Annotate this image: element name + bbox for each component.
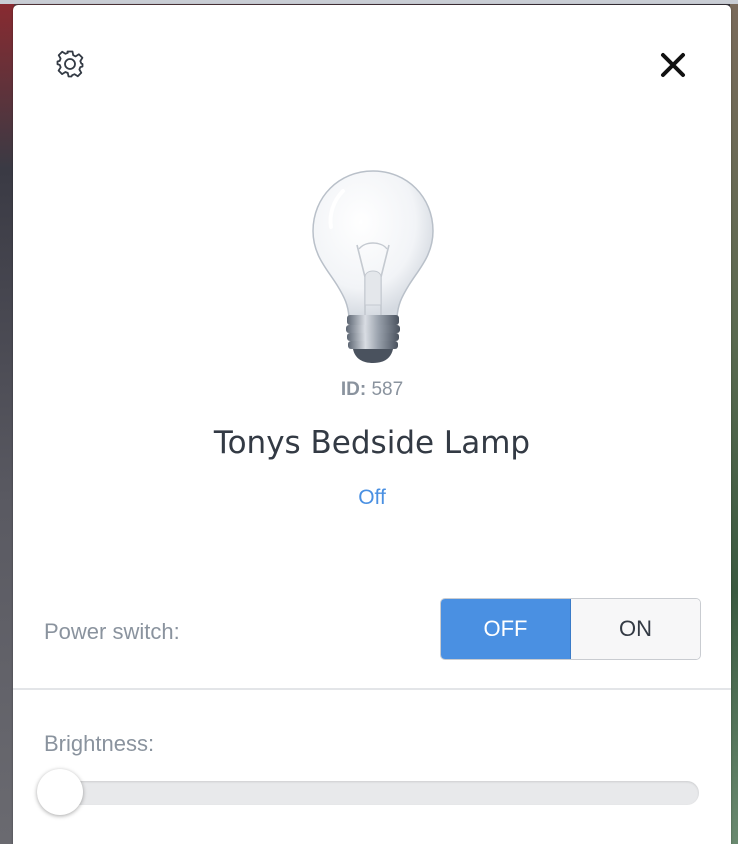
device-panel: ID: 587 Tonys Bedside Lamp Off Power swi…: [13, 5, 731, 844]
close-icon: [661, 53, 685, 77]
power-switch-toggle: OFF ON: [440, 598, 701, 660]
device-id-value: 587: [371, 379, 404, 400]
section-divider: [13, 688, 731, 690]
background-right: [730, 0, 738, 844]
device-id: ID: 587: [13, 379, 731, 401]
brightness-slider-thumb[interactable]: [37, 769, 83, 815]
device-state: Off: [358, 486, 386, 509]
power-on-button[interactable]: ON: [571, 599, 700, 659]
brightness-slider[interactable]: [37, 769, 699, 815]
background-left: [0, 0, 14, 844]
power-switch-label: Power switch:: [44, 619, 180, 644]
settings-button[interactable]: [51, 45, 89, 83]
power-off-button[interactable]: OFF: [441, 599, 571, 659]
close-button[interactable]: [653, 45, 693, 85]
device-id-label: ID:: [340, 379, 367, 400]
gear-icon: [56, 50, 84, 78]
lightbulb-icon: [312, 170, 434, 363]
brightness-label: Brightness:: [44, 731, 155, 756]
window-top-edge: [0, 0, 738, 4]
device-name: Tonys Bedside Lamp: [213, 425, 531, 461]
